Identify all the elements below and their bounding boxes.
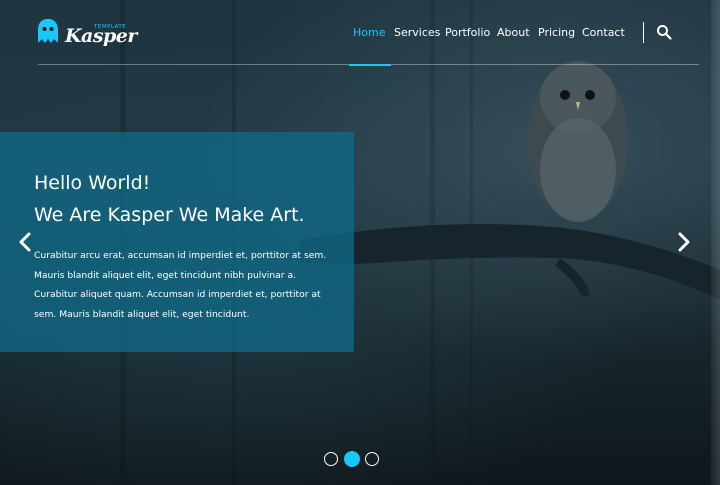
nav-item-pricing[interactable]: Pricing [538, 26, 575, 39]
slider-dot-3[interactable] [365, 452, 379, 466]
slide-description: Curabitur arcu erat, accumsan id imperdi… [34, 250, 327, 320]
site-header: Template Kasper Home Services Portfolio … [0, 0, 720, 66]
slider-pagination [324, 451, 384, 468]
slider-dot-1[interactable] [324, 452, 338, 466]
search-button[interactable] [656, 24, 672, 40]
slider-prev-button[interactable] [18, 232, 32, 252]
chevron-right-icon [678, 232, 690, 252]
slider-dot-2[interactable] [344, 451, 360, 467]
nav-active-indicator [349, 64, 391, 66]
nav-divider [643, 22, 644, 43]
search-icon [657, 25, 672, 40]
nav-item-contact[interactable]: Contact [582, 26, 625, 39]
nav-item-home[interactable]: Home [353, 26, 385, 39]
slider-next-button[interactable] [677, 232, 691, 252]
nav-item-services[interactable]: Services [394, 26, 440, 39]
slide-content-box: Hello World! We Are Kasper We Make Art. … [0, 132, 354, 352]
hero-slider: Template Kasper Home Services Portfolio … [0, 0, 720, 485]
nav-item-portfolio[interactable]: Portfolio [445, 26, 490, 39]
slide-title-line-1: Hello World! [34, 172, 151, 194]
main-nav: Home Services Portfolio About Pricing Co… [0, 26, 720, 40]
scrollbar[interactable] [711, 0, 720, 485]
nav-item-about[interactable]: About [497, 26, 530, 39]
chevron-left-icon [19, 232, 31, 252]
slide-title-line-2: We Are Kasper We Make Art. [34, 204, 305, 226]
